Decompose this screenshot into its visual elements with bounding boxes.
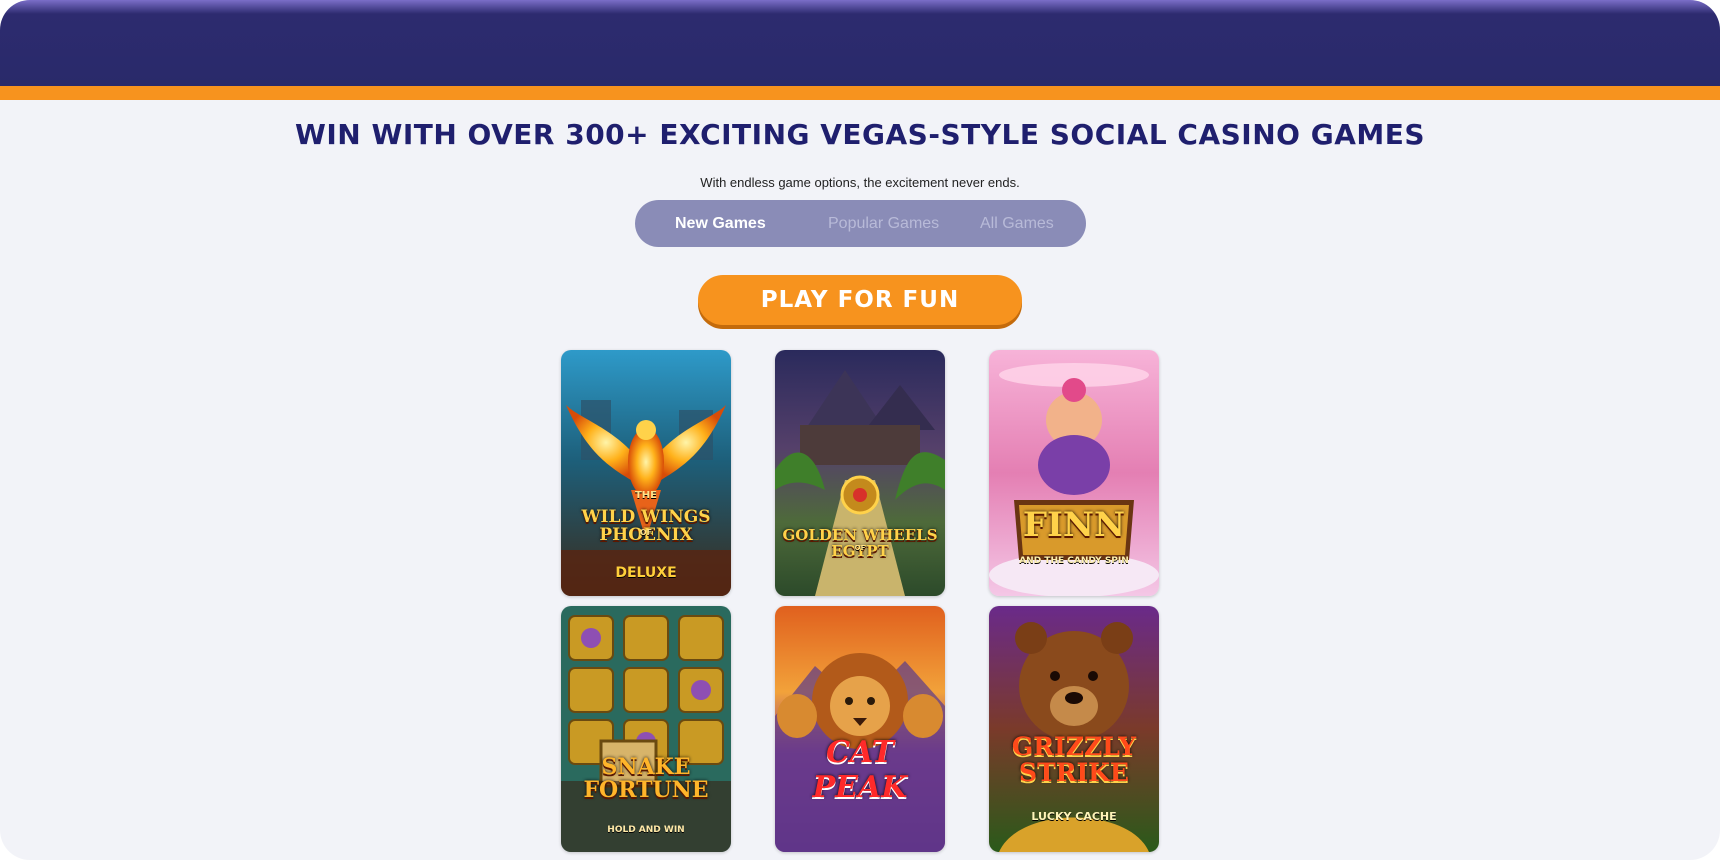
game-card-snake-fortune[interactable]: SNAKE FORTUNE HOLD AND WIN <box>561 606 731 852</box>
orange-accent-stripe <box>0 86 1720 100</box>
tab-new-games[interactable]: New Games <box>675 200 766 247</box>
lion-artwork <box>775 606 945 852</box>
game-card-cat-peak[interactable]: CAT PEAK <box>775 606 945 852</box>
game-title: GRIZZLY STRIKE <box>1011 732 1137 788</box>
game-title: WILD WINGS PHOENIX <box>581 507 711 545</box>
game-title: SNAKE FORTUNE <box>583 754 709 804</box>
game-title: CAT PEAK <box>812 735 908 805</box>
game-card-golden-wheels-egypt[interactable]: GOLDEN WHEELS EGYPT OF <box>775 350 945 596</box>
page-subheadline: With endless game options, the excitemen… <box>700 175 1020 190</box>
tab-all-games[interactable]: All Games <box>980 200 1054 247</box>
phoenix-artwork <box>561 350 731 596</box>
game-title: FINN <box>1022 505 1126 545</box>
page-frame: WIN WITH OVER 300+ EXCITING VEGAS-STYLE … <box>0 0 1720 860</box>
snake-artwork <box>561 606 731 852</box>
game-filter-tabs: New Games Popular Games All Games <box>635 200 1086 247</box>
top-nav-bar <box>0 0 1720 86</box>
game-card-wild-wings-phoenix[interactable]: THE WILD WINGS PHOENIX OF DELUXE <box>561 350 731 596</box>
play-for-fun-button[interactable]: PLAY FOR FUN <box>698 275 1022 325</box>
page-headline: WIN WITH OVER 300+ EXCITING VEGAS-STYLE … <box>294 118 1426 151</box>
tab-popular-games[interactable]: Popular Games <box>828 200 939 247</box>
game-card-finn-candy-spin[interactable]: FINN AND THE CANDY SPIN <box>989 350 1159 596</box>
game-card-grizzly-strike[interactable]: GRIZZLY STRIKE LUCKY CACHE <box>989 606 1159 852</box>
